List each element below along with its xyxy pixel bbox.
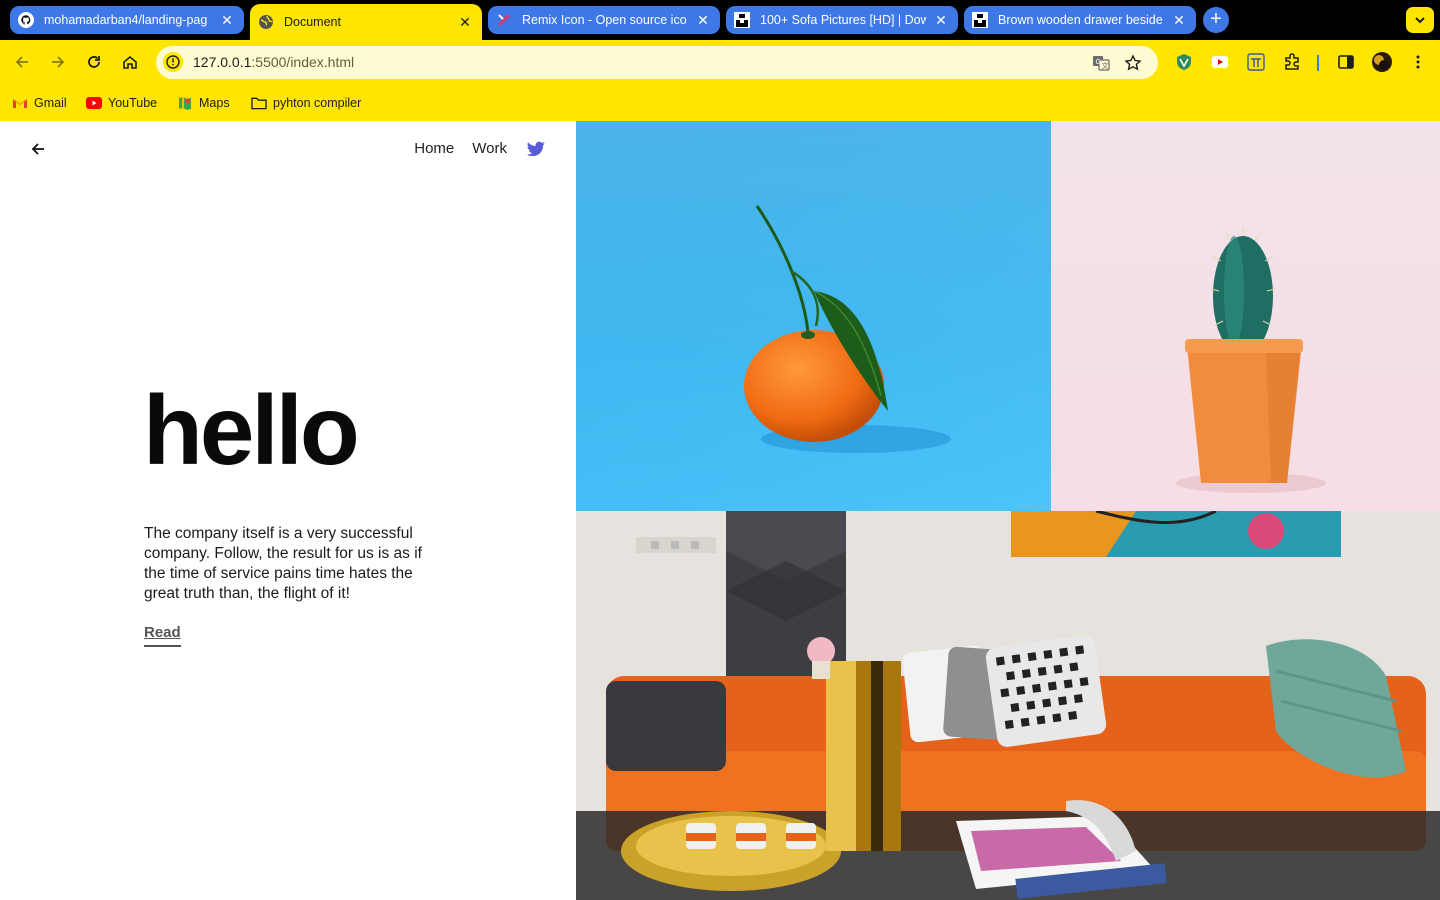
pi-extension-icon[interactable] — [1244, 50, 1268, 74]
tab-title: Remix Icon - Open source ico — [522, 13, 687, 27]
bookmark-label: Gmail — [34, 96, 67, 110]
browser-toolbar: 127.0.0.1:5500/index.html G文 — [0, 40, 1440, 85]
nav-link-home[interactable]: Home — [414, 140, 454, 157]
url-host: 127.0.0.1 — [193, 54, 252, 70]
site-info-icon[interactable] — [163, 52, 183, 72]
translate-icon[interactable]: G文 — [1091, 53, 1111, 73]
tab-search-button[interactable] — [1406, 7, 1434, 33]
twitter-icon[interactable] — [527, 141, 545, 157]
browser-menu-icon[interactable] — [1406, 50, 1430, 74]
bookmark-gmail[interactable]: Gmail — [12, 94, 67, 112]
home-button[interactable] — [118, 50, 142, 74]
tab-title: 100+ Sofa Pictures [HD] | Dow — [760, 13, 926, 27]
tab-document[interactable]: Document ✕ — [250, 4, 482, 40]
photo-living-room-sofa — [576, 511, 1440, 900]
svg-text:文: 文 — [1102, 61, 1109, 70]
tab-title: Brown wooden drawer beside — [998, 13, 1163, 27]
globe-icon — [258, 14, 274, 30]
photo-cactus — [1051, 121, 1440, 511]
youtube-extension-icon[interactable] — [1208, 50, 1232, 74]
reload-button[interactable] — [82, 50, 106, 74]
tab-github[interactable]: mohamadarban4/landing-pag ✕ — [10, 6, 244, 34]
bookmark-folder-python[interactable]: pyhton compiler — [251, 94, 361, 112]
chevron-down-icon — [1415, 17, 1425, 24]
tab-brown-drawer[interactable]: Brown wooden drawer beside ✕ — [964, 6, 1196, 34]
address-bar[interactable]: 127.0.0.1:5500/index.html G文 — [156, 46, 1158, 79]
close-tab-icon[interactable]: ✕ — [1170, 12, 1188, 29]
site-nav: Home Work — [396, 140, 545, 157]
profile-avatar[interactable] — [1370, 50, 1394, 74]
read-link[interactable]: Read — [144, 624, 181, 647]
tab-remix-icon[interactable]: Remix Icon - Open source ico ✕ — [488, 6, 720, 34]
svg-text:G: G — [1096, 59, 1101, 66]
close-tab-icon[interactable]: ✕ — [694, 12, 712, 29]
shield-extension-icon[interactable] — [1172, 50, 1196, 74]
photo-orange — [576, 121, 1051, 511]
bookmark-maps[interactable]: Maps — [177, 94, 230, 112]
forward-button[interactable] — [46, 50, 70, 74]
unsplash-icon — [734, 12, 750, 28]
arrow-right-icon — [52, 56, 65, 68]
folder-icon — [251, 95, 267, 111]
tab-title: mohamadarban4/landing-pag — [44, 13, 208, 27]
extensions-puzzle-icon[interactable] — [1280, 50, 1304, 74]
bookmark-youtube[interactable]: YouTube — [86, 94, 157, 112]
bookmark-label: pyhton compiler — [273, 96, 362, 110]
close-tab-icon[interactable]: ✕ — [218, 12, 236, 29]
new-tab-button[interactable]: + — [1203, 7, 1229, 33]
nav-link-work[interactable]: Work — [472, 140, 507, 157]
youtube-icon — [86, 95, 102, 111]
remix-icon — [496, 12, 512, 28]
url-path: :5500/index.html — [251, 54, 355, 70]
close-tab-icon[interactable]: ✕ — [932, 12, 950, 29]
hero-description: The company itself is a very successful … — [144, 525, 422, 602]
hero-headline: hello — [143, 375, 360, 485]
web-page: Home Work hello The company itself is a … — [0, 121, 1440, 900]
back-arrow-icon[interactable] — [29, 140, 47, 158]
github-icon — [18, 12, 34, 28]
close-tab-icon[interactable]: ✕ — [456, 14, 474, 31]
bookmark-star-icon[interactable] — [1123, 53, 1143, 73]
url-text[interactable]: 127.0.0.1:5500/index.html — [193, 54, 354, 70]
reload-icon — [88, 56, 100, 68]
maps-icon — [177, 95, 193, 111]
tab-title: Document — [284, 15, 341, 29]
unsplash-icon — [972, 12, 988, 28]
arrow-left-icon — [15, 56, 28, 68]
toolbar-divider — [1317, 55, 1319, 71]
tab-sofa-pictures[interactable]: 100+ Sofa Pictures [HD] | Dow ✕ — [726, 6, 958, 34]
home-icon — [123, 55, 137, 69]
bookmark-label: Maps — [199, 96, 230, 110]
side-panel-icon[interactable] — [1334, 50, 1358, 74]
tab-strip: mohamadarban4/landing-pag ✕ Document ✕ R… — [0, 0, 1440, 40]
back-button[interactable] — [10, 50, 34, 74]
bookmarks-bar: Gmail YouTube Maps pyhton compiler — [0, 85, 1440, 121]
gmail-icon — [12, 95, 28, 111]
bookmark-label: YouTube — [108, 96, 158, 110]
hero-panel: Home Work hello The company itself is a … — [0, 121, 576, 900]
